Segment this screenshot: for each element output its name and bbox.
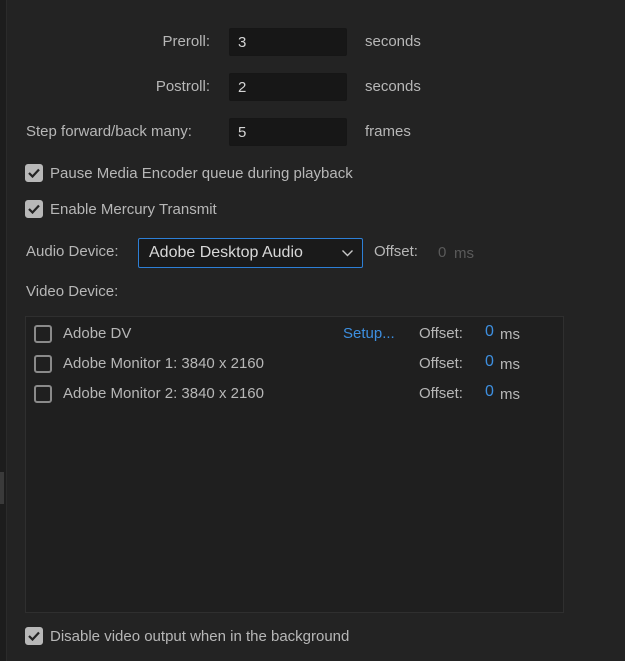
device-name: Adobe Monitor 2: 3840 x 2160 [63, 385, 264, 402]
device-offset-unit: ms [500, 326, 520, 343]
device-offset-value[interactable]: 0 [485, 353, 494, 371]
setup-link[interactable]: Setup... [343, 325, 395, 342]
step-unit: frames [365, 123, 411, 140]
list-item[interactable]: Adobe Monitor 2: 3840 x 2160 Offset: 0 m… [34, 381, 554, 405]
audio-device-value: Adobe Desktop Audio [149, 244, 303, 261]
checkmark-icon [28, 168, 40, 178]
disable-background-output-option[interactable]: Disable video output when in the backgro… [25, 627, 349, 645]
preroll-input[interactable] [229, 28, 347, 56]
scroll-nub[interactable] [0, 472, 4, 504]
device-checkbox[interactable] [34, 325, 52, 343]
mercury-transmit-checkbox[interactable] [25, 200, 43, 218]
step-input[interactable] [229, 118, 347, 146]
device-checkbox[interactable] [34, 355, 52, 373]
device-offset-unit: ms [500, 356, 520, 373]
disable-background-output-checkbox[interactable] [25, 627, 43, 645]
pause-encoder-label: Pause Media Encoder queue during playbac… [50, 164, 353, 182]
postroll-label: Postroll: [155, 78, 210, 95]
audio-offset-value: 0 [438, 244, 447, 261]
audio-offset-unit: ms [454, 245, 474, 262]
device-offset-label: Offset: [419, 325, 463, 342]
postroll-unit: seconds [365, 78, 421, 95]
list-item[interactable]: Adobe DV Setup... Offset: 0 ms [34, 321, 554, 345]
video-device-list[interactable]: Adobe DV Setup... Offset: 0 ms Adobe Mon… [25, 316, 564, 613]
device-name: Adobe DV [63, 325, 132, 342]
preroll-unit: seconds [365, 33, 421, 50]
checkmark-icon [28, 204, 40, 214]
chevron-down-icon [342, 250, 353, 257]
device-offset-label: Offset: [419, 355, 463, 372]
mercury-transmit-label: Enable Mercury Transmit [50, 200, 217, 218]
mercury-transmit-option[interactable]: Enable Mercury Transmit [25, 200, 217, 218]
audio-device-label: Audio Device: [26, 243, 119, 260]
device-offset-label: Offset: [419, 385, 463, 402]
checkmark-icon [28, 631, 40, 641]
panel-left-edge [0, 0, 7, 661]
postroll-input[interactable] [229, 73, 347, 101]
video-device-label: Video Device: [26, 283, 119, 300]
step-label: Step forward/back many: [26, 123, 192, 140]
list-item[interactable]: Adobe Monitor 1: 3840 x 2160 Offset: 0 m… [34, 351, 554, 375]
device-offset-unit: ms [500, 386, 520, 403]
device-offset-value[interactable]: 0 [485, 383, 494, 401]
device-offset-value[interactable]: 0 [485, 323, 494, 341]
pause-encoder-checkbox[interactable] [25, 164, 43, 182]
device-checkbox[interactable] [34, 385, 52, 403]
disable-background-output-label: Disable video output when in the backgro… [50, 627, 350, 645]
audio-device-select[interactable]: Adobe Desktop Audio [138, 238, 363, 268]
pause-encoder-option[interactable]: Pause Media Encoder queue during playbac… [25, 164, 353, 182]
preroll-label: Preroll: [162, 33, 210, 50]
audio-offset-label: Offset: [374, 243, 418, 260]
device-name: Adobe Monitor 1: 3840 x 2160 [63, 355, 264, 372]
